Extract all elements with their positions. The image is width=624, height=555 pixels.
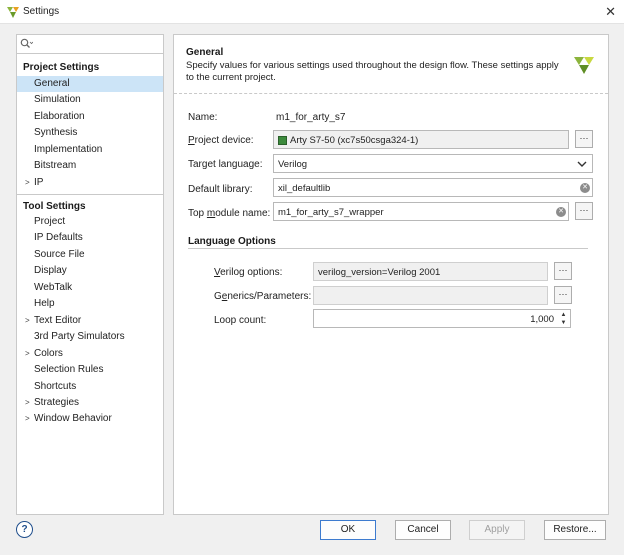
- loop-count-label: Loop count:: [214, 315, 267, 326]
- chevron-right-icon[interactable]: >: [25, 346, 30, 362]
- apply-button[interactable]: Apply: [469, 520, 525, 540]
- sidebar-item-help[interactable]: Help: [17, 296, 163, 312]
- window-title: Settings: [23, 6, 60, 17]
- sidebar-item-text-editor[interactable]: > Text Editor: [17, 313, 163, 329]
- target-language-select[interactable]: Verilog: [273, 154, 593, 173]
- vivado-logo-icon: [7, 7, 19, 18]
- sidebar-item-label: Shortcuts: [34, 380, 77, 392]
- sidebar-item-colors[interactable]: > Colors: [17, 346, 163, 362]
- sidebar-item-label: IP Defaults: [34, 232, 83, 244]
- sidebar-item-strategies[interactable]: > Strategies: [17, 395, 163, 411]
- sidebar-item-label: Simulation: [34, 94, 81, 106]
- sidebar-item-3rd-party-simulators[interactable]: 3rd Party Simulators: [17, 329, 163, 345]
- sidebar-item-label: Synthesis: [34, 127, 78, 139]
- sidebar-item-shortcuts[interactable]: Shortcuts: [17, 379, 163, 395]
- sidebar-item-label: IP: [34, 176, 44, 188]
- sidebar-item-label: 3rd Party Simulators: [34, 331, 125, 343]
- cancel-button[interactable]: Cancel: [395, 520, 451, 540]
- sidebar-item-label: Display: [34, 265, 67, 277]
- sidebar-item-general[interactable]: General: [17, 76, 163, 92]
- sidebar-item-bitstream[interactable]: Bitstream: [17, 158, 163, 174]
- top-module-label: Top module name:: [188, 208, 271, 219]
- verilog-options-value: verilog_version=Verilog 2001: [318, 267, 441, 278]
- sidebar-item-label: Implementation: [34, 143, 103, 155]
- sidebar-item-display[interactable]: Display: [17, 263, 163, 279]
- ok-button[interactable]: OK: [320, 520, 376, 540]
- generics-button[interactable]: ···: [554, 286, 572, 304]
- generics-label: Generics/Parameters:: [214, 291, 312, 302]
- project-device-field: Arty S7-50 (xc7s50csga324-1): [273, 130, 569, 149]
- name-label: Name:: [188, 112, 218, 123]
- default-library-input[interactable]: xil_defaultlib ✕: [273, 178, 593, 197]
- chevron-right-icon[interactable]: >: [25, 313, 30, 329]
- sidebar-item-source-file[interactable]: Source File: [17, 247, 163, 263]
- sidebar-item-label: Window Behavior: [34, 413, 112, 425]
- page-description: Specify values for various settings used…: [186, 60, 559, 83]
- language-options-title: Language Options: [188, 236, 276, 247]
- sidebar-item-label: Source File: [34, 248, 85, 260]
- general-settings-panel: General Specify values for various setti…: [173, 34, 609, 515]
- chevron-down-icon: [577, 157, 587, 174]
- verilog-options-button[interactable]: ···: [554, 262, 572, 280]
- sidebar-item-label: WebTalk: [34, 281, 73, 293]
- sidebar-item-label: Strategies: [34, 396, 80, 408]
- top-module-browse-button[interactable]: ···: [575, 202, 593, 220]
- close-icon[interactable]: ✕: [605, 4, 616, 20]
- sidebar-item-selection-rules[interactable]: Selection Rules: [17, 362, 163, 378]
- top-module-input[interactable]: m1_for_arty_s7_wrapper ✕: [273, 202, 569, 221]
- sidebar-item-ip-defaults[interactable]: IP Defaults: [17, 230, 163, 246]
- project-device-browse-button[interactable]: ···: [575, 130, 593, 148]
- project-settings-header: Project Settings: [23, 62, 100, 73]
- target-language-label: Target language:: [188, 159, 263, 170]
- clear-icon[interactable]: ✕: [580, 183, 590, 193]
- verilog-options-field: verilog_version=Verilog 2001: [313, 262, 548, 281]
- settings-nav-panel: Project Settings General Simulation Elabor…: [16, 34, 164, 515]
- verilog-options-label: Verilog options:: [214, 267, 283, 278]
- group-divider: [188, 248, 588, 249]
- name-value: m1_for_arty_s7: [276, 112, 346, 123]
- sidebar-item-project[interactable]: Project: [17, 214, 163, 230]
- board-icon: [278, 136, 287, 145]
- sidebar-item-label: Help: [34, 298, 55, 310]
- sidebar-item-implementation[interactable]: Implementation: [17, 142, 163, 158]
- sidebar-item-ip[interactable]: > IP: [17, 175, 163, 191]
- sidebar-item-elaboration[interactable]: Elaboration: [17, 109, 163, 125]
- chevron-right-icon[interactable]: >: [25, 175, 30, 191]
- project-device-value: Arty S7-50 (xc7s50csga324-1): [290, 135, 419, 146]
- help-button[interactable]: ?: [16, 521, 33, 538]
- sidebar-item-simulation[interactable]: Simulation: [17, 92, 163, 108]
- sidebar-item-label: Text Editor: [34, 314, 82, 326]
- search-icon: [20, 38, 34, 52]
- tool-settings-header: Tool Settings: [23, 201, 86, 212]
- title-bar: Settings ✕: [0, 0, 624, 24]
- loop-count-stepper[interactable]: 1,000 ▲ ▼: [313, 309, 571, 328]
- header-separator: [174, 93, 608, 94]
- spinner-arrows-icon[interactable]: ▲ ▼: [559, 311, 568, 327]
- sidebar-item-label: Colors: [34, 347, 63, 359]
- default-library-label: Default library:: [188, 184, 253, 195]
- page-title: General: [186, 47, 224, 58]
- sidebar-item-label: Selection Rules: [34, 364, 104, 376]
- restore-button[interactable]: Restore...: [544, 520, 606, 540]
- sidebar-item-label: Elaboration: [34, 110, 85, 122]
- sidebar-item-label: Bitstream: [34, 160, 77, 172]
- nav-divider: [17, 194, 163, 195]
- sidebar-item-label: Project: [34, 216, 66, 227]
- clear-icon[interactable]: ✕: [556, 207, 566, 217]
- sidebar-item-webtalk[interactable]: WebTalk: [17, 280, 163, 296]
- sidebar-item-window-behavior[interactable]: > Window Behavior: [17, 411, 163, 427]
- generics-field: [313, 286, 548, 305]
- sidebar-item-label: General: [34, 78, 70, 89]
- top-module-value: m1_for_arty_s7_wrapper: [278, 207, 384, 218]
- target-language-value: Verilog: [278, 159, 308, 170]
- default-library-value: xil_defaultlib: [278, 183, 331, 194]
- chevron-right-icon[interactable]: >: [25, 411, 30, 427]
- loop-count-value: 1,000: [530, 314, 554, 325]
- chevron-right-icon[interactable]: >: [25, 395, 30, 411]
- vivado-logo-icon: [574, 57, 594, 74]
- search-input[interactable]: [17, 35, 163, 54]
- project-device-label: Project device:: [188, 135, 254, 146]
- sidebar-item-synthesis[interactable]: Synthesis: [17, 125, 163, 141]
- project-device-label-rest: roject device:: [194, 135, 254, 146]
